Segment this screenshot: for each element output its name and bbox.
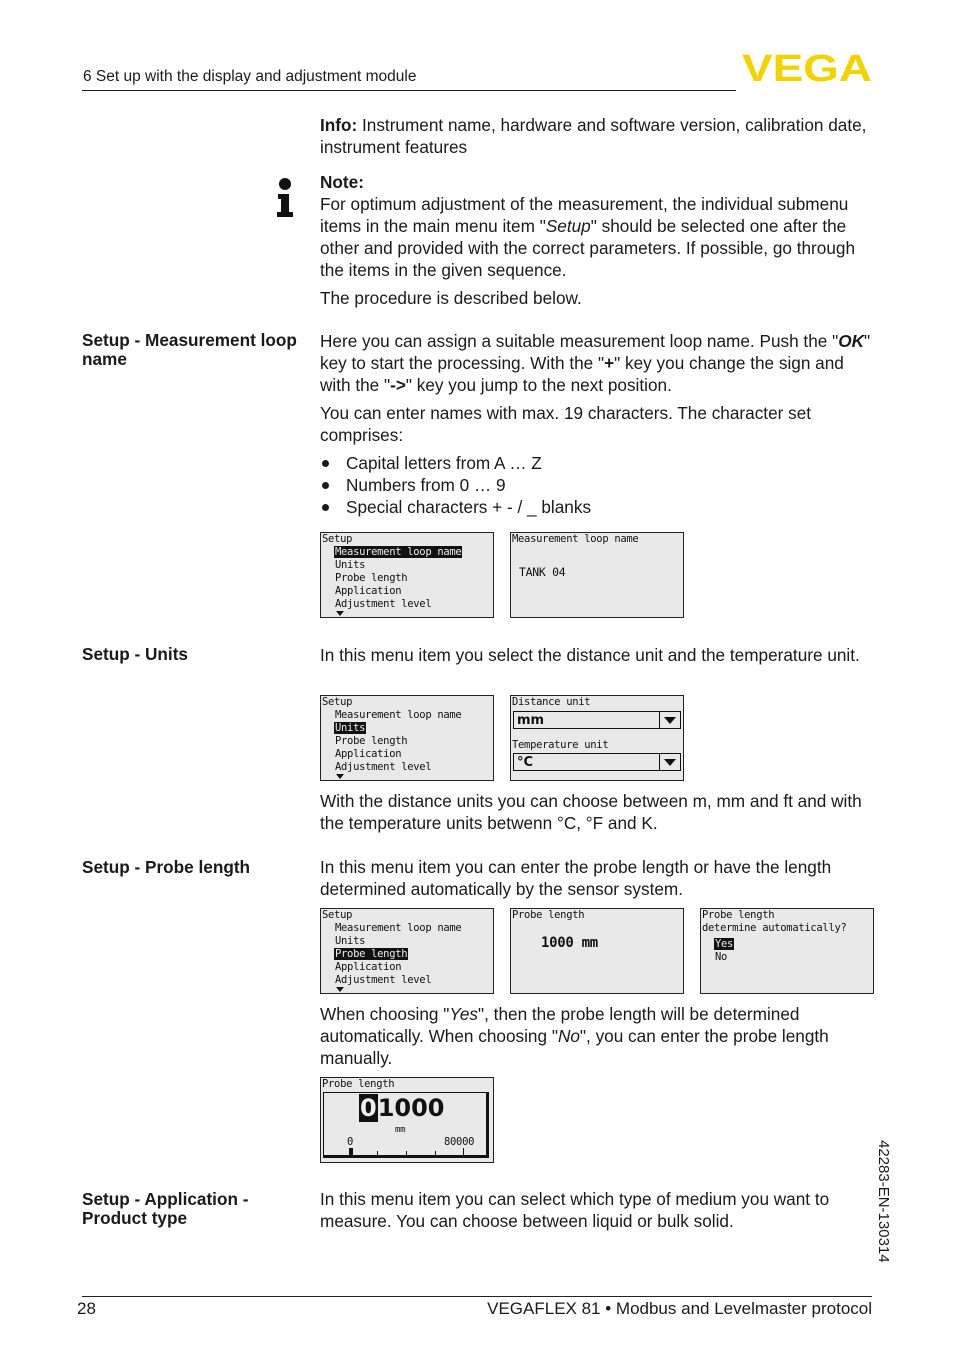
probe-p2: When choosing "Yes", then the probe leng… [320, 1003, 876, 1069]
loop-name-value: TANK 04 [519, 565, 566, 579]
t: " key you jump to the next position. [405, 375, 672, 395]
list-item: Capital letters from A … Z [320, 452, 876, 474]
note-text: For optimum adjustment of the measuremen… [320, 193, 876, 281]
option-yes-selected: Yes [714, 938, 735, 950]
plus-key: + [604, 353, 615, 373]
temperature-unit-select[interactable]: °C [513, 753, 681, 771]
lcd-probe-auto: Probe length determine automatically? Ye… [700, 908, 874, 994]
info-text: Instrument name, hardware and software v… [320, 115, 867, 157]
menu-item-selected: Probe length [334, 948, 409, 960]
edit-value: 01000 [359, 1094, 445, 1122]
menu-item: Application [335, 961, 402, 973]
menu-item-selected: Units [334, 722, 367, 734]
distance-unit-label: Distance unit [512, 696, 591, 708]
menu-item: Application [335, 748, 402, 760]
value-scale [349, 1148, 464, 1156]
screen-title: Probe length [322, 1078, 395, 1090]
scale-tick [435, 1151, 436, 1156]
temperature-unit-label: Temperature unit [512, 739, 609, 751]
menu-title: Setup [322, 909, 353, 921]
distance-unit-select[interactable]: mm [513, 711, 681, 729]
menu-item: Units [335, 559, 366, 571]
lcd-setup-menu-1: Setup Measurement loop name Units Probe … [320, 532, 494, 618]
distance-unit-value: mm [517, 713, 545, 728]
scale-tick [377, 1151, 378, 1156]
page-number: 28 [77, 1299, 96, 1318]
option-no: No [715, 951, 728, 963]
application-p1: In this menu item you can select which t… [320, 1189, 830, 1231]
loop-name-p1: Here you can assign a suitable measureme… [320, 330, 876, 396]
t: Here you can assign a suitable measureme… [320, 331, 839, 351]
menu-item: Units [335, 935, 366, 947]
probe-p1: In this menu item you can enter the prob… [320, 857, 832, 899]
arrow-key: -> [390, 375, 406, 395]
note-title: Note: [320, 172, 364, 192]
t: When choosing " [320, 1004, 450, 1024]
menu-title: Setup [322, 696, 353, 708]
loop-name-p2: You can enter names with max. 19 charact… [320, 403, 812, 445]
charset-list: Capital letters from A … Z Numbers from … [320, 452, 876, 518]
edit-unit: mm [395, 1125, 406, 1135]
auto-question: determine automatically? [702, 922, 847, 934]
scale-tick [406, 1151, 407, 1156]
info-paragraph: Info: Instrument name, hardware and soft… [320, 114, 876, 158]
document-id: 42283-EN-130314 [875, 1140, 892, 1263]
menu-item: Adjustment level [335, 761, 432, 773]
screen-title: Probe length [702, 909, 775, 921]
procedure-text: The procedure is described below. [320, 288, 582, 308]
temperature-unit-value: °C [517, 755, 534, 770]
lcd-probe-length: Probe length 1000 mm [510, 908, 684, 994]
menu-item: Probe length [335, 735, 408, 747]
note-block: Note: For optimum adjustment of the meas… [320, 171, 876, 309]
lcd-loop-name: Measurement loop name TANK 04 [510, 532, 684, 618]
scale-fill [349, 1148, 353, 1156]
menu-item: Measurement loop name [335, 922, 462, 934]
note-text-em: Setup [545, 216, 591, 236]
heading-application: Setup - Application - Product type [82, 1189, 249, 1228]
scale-tick [463, 1148, 464, 1156]
footer-divider [82, 1296, 872, 1297]
heading-loop-name: Setup - Measurement loop name [82, 330, 297, 369]
loop-name-body: Here you can assign a suitable measureme… [320, 330, 876, 518]
scale-min: 0 [347, 1136, 354, 1148]
scale-max: 80000 [444, 1136, 475, 1148]
units-p2: With the distance units you can choose b… [320, 791, 862, 833]
footer-doc-title: VEGAFLEX 81 • Modbus and Levelmaster pro… [487, 1299, 872, 1318]
screen-title: Probe length [512, 909, 585, 921]
menu-title: Setup [322, 533, 353, 545]
scroll-down-icon [336, 987, 344, 992]
lcd-units: Distance unit mm Temperature unit °C [510, 695, 684, 781]
lcd-setup-menu-2: Setup Measurement loop name Units Probe … [320, 695, 494, 781]
edit-cursor-digit: 0 [359, 1094, 378, 1122]
info-label: Info: [320, 115, 358, 135]
menu-item-selected: Measurement loop name [334, 546, 463, 558]
em-yes: Yes [449, 1004, 479, 1024]
menu-item: Measurement loop name [335, 709, 462, 721]
list-item: Special characters + - / _ blanks [320, 496, 876, 518]
vega-logo: VEGA [742, 50, 872, 84]
logo-text: VEGA [742, 50, 872, 84]
menu-item: Application [335, 585, 402, 597]
chevron-down-icon[interactable] [659, 754, 680, 770]
screen-title: Measurement loop name [512, 533, 639, 545]
chevron-down-icon[interactable] [659, 712, 680, 728]
ok-key: OK [838, 331, 864, 351]
em-no: No [557, 1026, 580, 1046]
lcd-setup-menu-3: Setup Measurement loop name Units Probe … [320, 908, 494, 994]
heading-probe-length: Setup - Probe length [82, 857, 251, 877]
scroll-down-icon [336, 774, 344, 779]
section-title: 6 Set up with the display and adjustment… [83, 68, 417, 85]
menu-item: Probe length [335, 572, 408, 584]
heading-units: Setup - Units [82, 644, 188, 664]
lcd-probe-edit: Probe length 01000 mm 0 80000 [320, 1077, 494, 1163]
edit-value-digits: 1000 [377, 1094, 445, 1122]
probe-length-value: 1000 mm [541, 935, 598, 951]
menu-item: Adjustment level [335, 598, 432, 610]
info-icon [277, 178, 293, 217]
list-item: Numbers from 0 … 9 [320, 474, 876, 496]
menu-item: Adjustment level [335, 974, 432, 986]
units-p1: In this menu item you select the distanc… [320, 645, 860, 665]
scroll-down-icon [336, 611, 344, 616]
header-divider [82, 90, 736, 91]
